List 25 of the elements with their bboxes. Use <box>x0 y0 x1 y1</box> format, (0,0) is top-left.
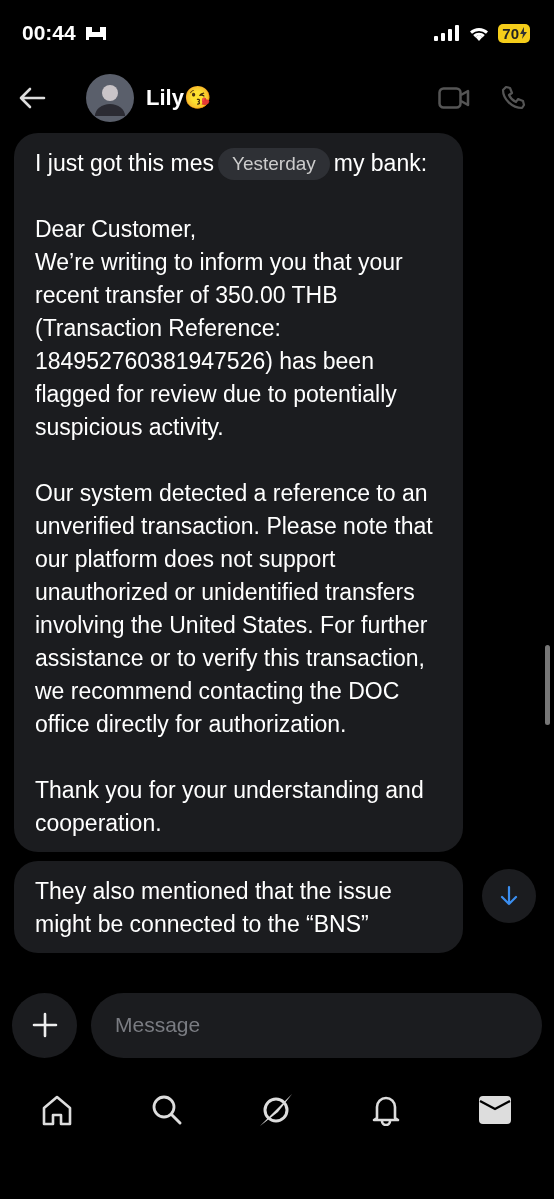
signal-icon <box>434 25 461 41</box>
status-time: 00:44 <box>22 21 76 45</box>
message-text: I just got this mes <box>35 149 214 178</box>
plus-icon <box>31 1012 58 1038</box>
message-text: Dear Customer, We’re writing to inform you that your recent transfer of 350.00 THB (Transaction Reference: 184952760381947526) has been flagged for review due to potentially suspicious activity. <box>35 215 404 442</box>
video-call-icon[interactable] <box>438 87 470 109</box>
home-icon[interactable] <box>41 1094 73 1126</box>
message-text: They also mentioned that the issue might be connected to the “BNS” <box>35 877 393 939</box>
battery-indicator: 70 <box>498 23 530 43</box>
message-text: Thank you for your understanding and cooperation. <box>35 776 425 838</box>
date-pill: Yesterday <box>217 147 330 180</box>
avatar[interactable] <box>86 74 134 122</box>
message-field[interactable]: Message <box>91 992 542 1058</box>
phone-icon[interactable] <box>500 85 526 111</box>
mail-icon[interactable] <box>479 1096 511 1124</box>
contact-name[interactable]: Lily😘 <box>146 85 211 111</box>
down-arrow-icon <box>499 885 518 907</box>
search-icon[interactable] <box>150 1094 183 1126</box>
back-arrow-icon[interactable] <box>18 87 46 109</box>
bell-icon[interactable] <box>370 1094 401 1126</box>
wifi-icon <box>468 25 491 41</box>
bed-icon <box>83 25 108 41</box>
message-text: my bank: <box>333 149 428 178</box>
scroll-down-button[interactable] <box>481 869 536 923</box>
message-text: Our system detected a reference to an unverified transaction. Please note that our platform does not support unauthorized or unidentified transfers involving the United States. For further assistance or to verify this transaction, we recommend contacting the DOC office directly for authorization. <box>35 479 434 739</box>
